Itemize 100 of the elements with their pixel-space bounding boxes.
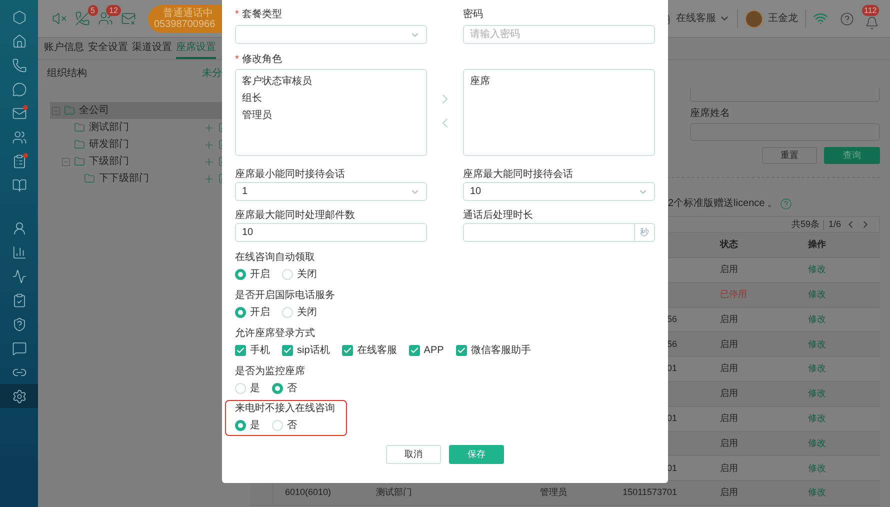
add-icon[interactable] (203, 172, 215, 184)
tree-label: 研发部门 (89, 138, 129, 152)
help-icon[interactable] (780, 198, 792, 210)
mail-icon (12, 106, 26, 120)
radio-button[interactable] (235, 306, 246, 318)
folder-icon (74, 139, 85, 150)
edit-link[interactable]: 修改 (808, 462, 826, 473)
tab[interactable]: 安全设置 (88, 38, 128, 59)
radio-button[interactable] (272, 382, 283, 394)
field-label: * 套餐类型 (235, 8, 283, 22)
select-field[interactable]: 1 (235, 182, 427, 201)
edit-link[interactable]: 修改 (808, 363, 826, 374)
checkbox[interactable] (282, 344, 293, 356)
option-label: 开启 (250, 306, 270, 320)
home-icon (12, 34, 26, 48)
collapse-icon[interactable] (61, 156, 71, 166)
role-item[interactable]: 客户状态审核员 (236, 73, 426, 90)
option-label: sip话机 (297, 344, 330, 358)
option-label: 否 (287, 382, 297, 396)
input-field[interactable]: 10 (235, 223, 427, 242)
option-label: 关闭 (297, 268, 317, 282)
licence-note: 2个标准版赠送licence 。 (668, 196, 778, 211)
bell-icon (865, 16, 879, 30)
radio-button[interactable] (235, 268, 246, 280)
status-text: 启用 (720, 412, 738, 423)
table-cell: 15011573701 (622, 487, 677, 498)
edit-link[interactable]: 修改 (808, 412, 826, 423)
column-header: 操作 (807, 238, 827, 252)
select-field[interactable] (235, 25, 427, 44)
tab[interactable]: 账户信息 (44, 38, 84, 59)
chat-icon (12, 82, 26, 96)
folder-icon (64, 105, 75, 116)
count-badge: 5 (88, 4, 98, 16)
unassigned-link[interactable]: 未分 (202, 66, 222, 80)
option-label: 是 (250, 418, 260, 432)
reset-button[interactable]: 重置 (762, 147, 817, 164)
setting-label: 允许座席登录方式 (235, 327, 316, 341)
password-field[interactable]: 请输入密码 (463, 25, 655, 44)
collapse-icon[interactable] (51, 106, 61, 116)
users-icon (12, 130, 26, 144)
setting-label: 是否为监控座席 (235, 365, 306, 379)
person-icon (12, 220, 26, 236)
add-icon[interactable] (203, 156, 215, 168)
folder-icon (84, 173, 95, 184)
role-item[interactable]: 组长 (236, 90, 426, 107)
radio-button[interactable] (235, 420, 246, 430)
total-count: 共59条 (791, 218, 820, 231)
tree-row[interactable]: 下下级部门 (50, 170, 229, 187)
option-label: 关闭 (297, 306, 317, 320)
tree-row[interactable]: 下级部门 (50, 153, 229, 170)
checkbox[interactable] (456, 344, 467, 356)
edit-link[interactable]: 修改 (808, 264, 826, 274)
select-field[interactable]: 10 (463, 182, 655, 201)
duration-field[interactable]: 秒 (463, 223, 655, 242)
checkbox[interactable] (235, 344, 246, 356)
status-text: 已停用 (720, 288, 747, 299)
check-icon (456, 346, 466, 354)
count-badge: 12 (106, 4, 121, 16)
checkbox[interactable] (408, 344, 420, 356)
tree-label: 全公司 (79, 104, 109, 118)
checkbox[interactable] (342, 344, 353, 356)
tab[interactable]: 座席设置 (176, 38, 216, 59)
count-badge: 112 (862, 4, 879, 16)
save-button[interactable]: 保存 (449, 445, 504, 464)
tree-row[interactable]: 测试部门 (50, 119, 229, 136)
setting-label: 是否开启国际电话服务 (235, 289, 336, 303)
edit-link[interactable]: 修改 (808, 314, 826, 324)
cancel-button[interactable]: 取消 (386, 445, 441, 464)
pulse-icon (12, 268, 26, 284)
add-icon[interactable] (203, 122, 215, 134)
status-text: 启用 (720, 338, 738, 349)
settings-icon (12, 388, 26, 404)
option-label: 在线客服 (356, 344, 397, 358)
role-item[interactable]: 管理员 (236, 107, 426, 124)
logo-icon (12, 10, 26, 24)
bar-chart-icon (12, 244, 26, 260)
help-icon[interactable] (840, 12, 854, 26)
user-name[interactable]: 王金龙 (768, 11, 798, 26)
shield-icon (12, 316, 26, 332)
tree-label: 下级部门 (89, 154, 129, 169)
call-status: 普通通话中 (162, 8, 213, 18)
wifi-icon (813, 11, 828, 26)
option-label: 否 (287, 418, 297, 432)
checklist-icon (12, 292, 26, 308)
tree-label: 下下级部门 (99, 172, 149, 186)
notification-button[interactable]: 112 (864, 8, 880, 30)
avatar[interactable] (745, 10, 763, 28)
field-label: 座席最大能同时接待会话 (463, 168, 574, 182)
status-text: 启用 (720, 314, 738, 324)
query-button[interactable]: 查询 (824, 147, 880, 164)
sidebar-item[interactable] (0, 384, 38, 408)
role-item[interactable]: 座席 (464, 73, 654, 90)
add-icon[interactable] (203, 138, 215, 150)
muted-speaker-icon (52, 11, 66, 26)
field-label: 座席最小能同时接待会话 (235, 168, 346, 182)
tree-row[interactable]: 研发部门 (50, 136, 229, 153)
tab[interactable]: 渠道设置 (132, 38, 172, 59)
status-text: 启用 (720, 363, 738, 374)
panel-title: 组织结构 (47, 66, 87, 80)
setting-label: 在线咨询自动领取 (235, 251, 316, 265)
